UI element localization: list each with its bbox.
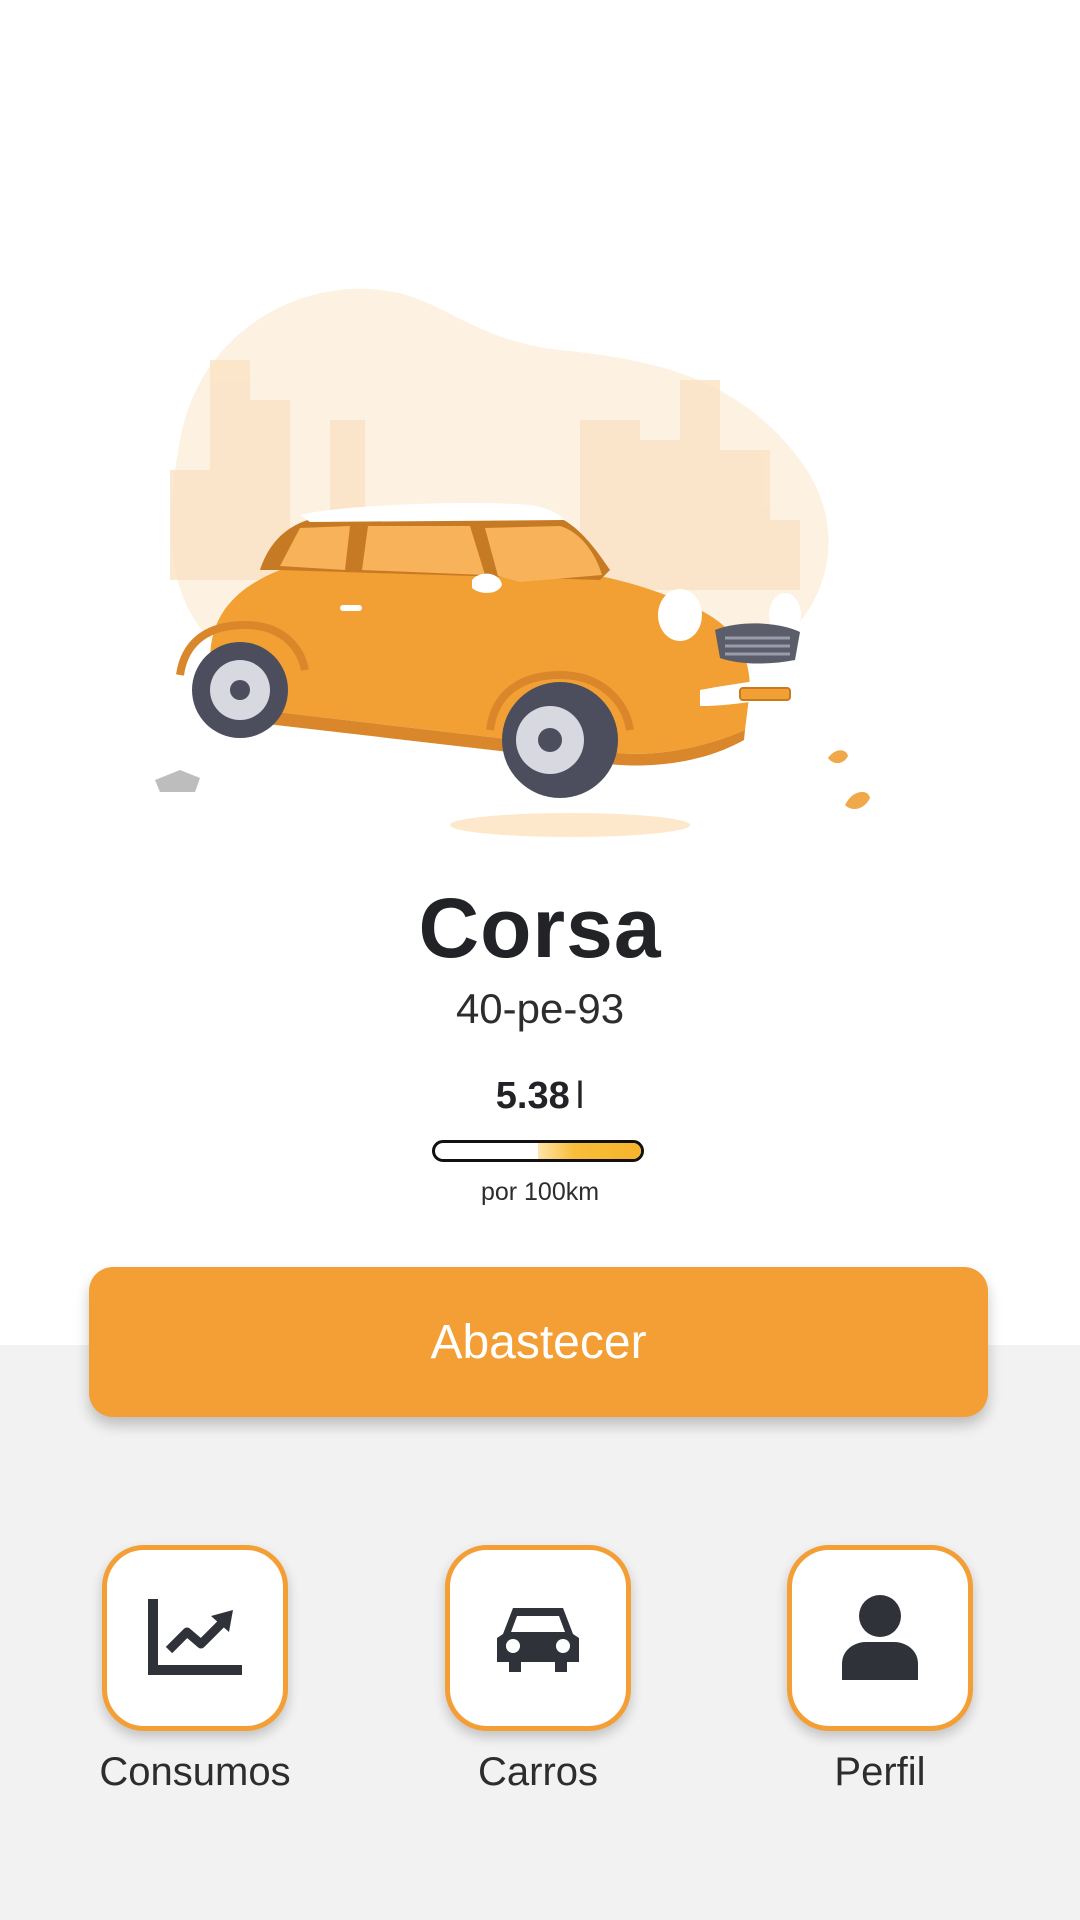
consumption-readout: 5.38 l [0,1075,1080,1118]
car-illustration [155,288,870,837]
nav-item-carros[interactable]: Carros [388,1545,688,1825]
license-plate: 40-pe-93 [455,985,625,1032]
user-icon [842,1595,918,1680]
car-icon [497,1608,579,1672]
consumption-gauge [432,1140,644,1162]
trending-chart-icon [148,1599,242,1675]
nav-tile-perfil[interactable] [787,1545,973,1731]
nav-item-consumos[interactable]: Consumos [45,1545,345,1825]
nav-label-carros: Carros [477,1750,599,1794]
nav-tile-consumos[interactable] [102,1545,288,1731]
consumption-unit: l [575,1075,585,1117]
consumption-gauge-fill [538,1143,641,1159]
consumption-caption: por 100km [480,1178,600,1206]
home-screen: Corsa 40-pe-93 5.38 l por 100km Abastecer… [0,0,1080,1920]
nav-label-consumos: Consumos [99,1750,291,1794]
nav-item-perfil[interactable]: Perfil [730,1545,1030,1825]
nav-label-perfil: Perfil [834,1750,926,1794]
consumption-value: 5.38 [495,1075,570,1117]
nav-tile-carros[interactable] [445,1545,631,1731]
refuel-button[interactable]: Abastecer [89,1267,988,1417]
car-name: Corsa [418,881,662,975]
